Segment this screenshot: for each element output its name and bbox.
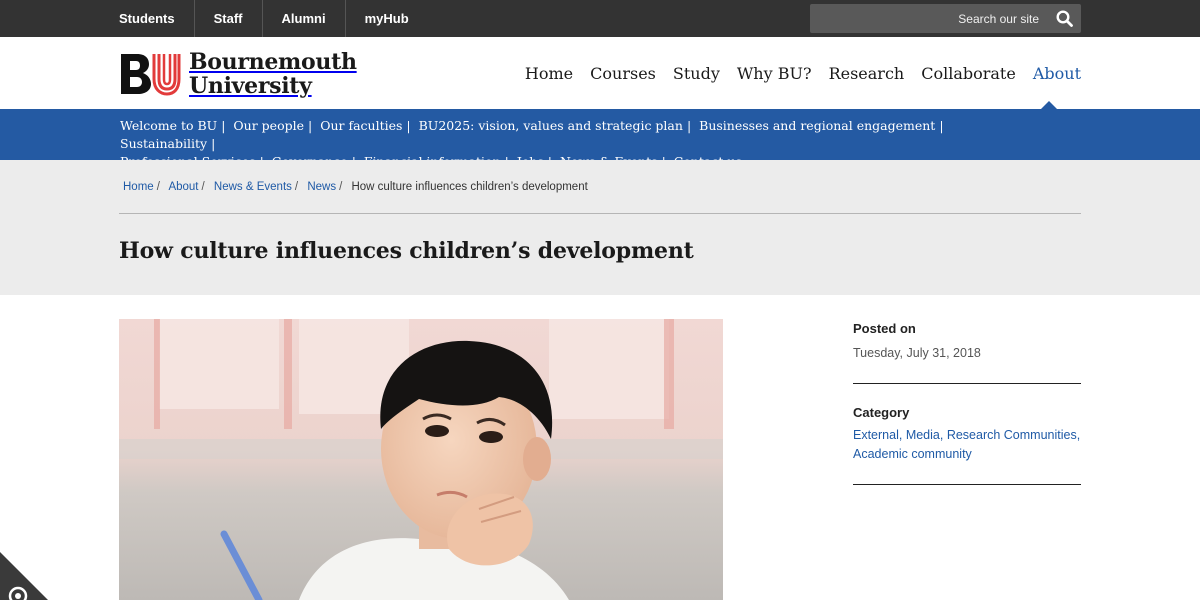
utility-link-staff[interactable]: Staff (195, 0, 263, 37)
breadcrumb-separator: / (201, 181, 205, 193)
utility-link-students[interactable]: Students (100, 0, 195, 37)
site-search (810, 4, 1081, 33)
nav-research[interactable]: Research (829, 64, 905, 83)
category-link[interactable]: External (853, 428, 899, 442)
page-title: How culture influences children’s develo… (119, 238, 694, 264)
breadcrumb-separator: / (339, 181, 343, 193)
breadcrumb-separator: / (294, 181, 299, 193)
utility-link-myhub[interactable]: myHub (346, 0, 428, 37)
subnav-our-people[interactable]: Our people (233, 118, 304, 133)
logo-line-1: Bournemouth (189, 49, 357, 75)
nav-home[interactable]: Home (525, 64, 573, 83)
breadcrumb-current: How culture influences children’s develo… (351, 181, 588, 193)
main-nav: Home Courses Study Why BU? Research Coll… (508, 37, 1081, 109)
breadcrumb-news[interactable]: News (307, 181, 336, 193)
breadcrumb: Home / About / News & Events / News / How cu… (123, 181, 588, 193)
child-thinking-photo (119, 319, 723, 600)
nav-courses[interactable]: Courses (590, 64, 656, 83)
breadcrumb-news-events[interactable]: News & Events (214, 181, 292, 193)
subnav-businesses[interactable]: Businesses and regional engagement (699, 118, 935, 133)
breadcrumb-divider (119, 213, 1081, 214)
cookie-gear-icon (0, 552, 48, 600)
search-icon (1055, 10, 1073, 27)
logo-wordmark: Bournemouth University (189, 50, 357, 98)
nav-about[interactable]: About (1033, 64, 1081, 83)
search-button[interactable] (1047, 4, 1081, 33)
active-nav-caret (1041, 101, 1057, 109)
utility-link-alumni[interactable]: Alumni (263, 0, 346, 37)
posted-on-date: Tuesday, July 31, 2018 (853, 346, 981, 360)
subnav-bu2025[interactable]: BU2025: vision, values and strategic pla… (419, 118, 683, 133)
breadcrumb-home[interactable]: Home (123, 181, 154, 193)
subnav-welcome[interactable]: Welcome to BU (120, 118, 217, 133)
category-link[interactable]: Academic community (853, 447, 972, 461)
category-link[interactable]: Media (906, 428, 940, 442)
nav-study[interactable]: Study (673, 64, 720, 83)
subnav-separator: | (406, 118, 411, 133)
bu-logo-mark (121, 54, 181, 96)
nav-why-bu[interactable]: Why BU? (737, 64, 812, 83)
sidebar-divider (853, 383, 1081, 384)
category-link[interactable]: Research Communities (947, 428, 1077, 442)
subnav-our-faculties[interactable]: Our faculties (320, 118, 402, 133)
utility-bar: Students Staff Alumni myHub (0, 0, 1200, 37)
subnav-separator: | (939, 118, 944, 133)
posted-on-label: Posted on (853, 321, 916, 336)
utility-nav: Students Staff Alumni myHub (100, 0, 428, 37)
logo-line-2: University (189, 73, 312, 99)
category-list: External, Media, Research Communities, A… (853, 428, 1081, 461)
page-header-band: Home / About / News & Events / News / How cu… (0, 160, 1200, 295)
search-input[interactable] (810, 4, 1047, 33)
nav-collaborate[interactable]: Collaborate (921, 64, 1016, 83)
subnav-separator: | (308, 118, 313, 133)
section-subnav: Welcome to BU | Our people | Our faculties… (0, 109, 1200, 169)
university-logo[interactable]: Bournemouth University (119, 50, 357, 98)
sidebar-divider (853, 484, 1081, 485)
article-meta-sidebar: Posted on Tuesday, July 31, 2018 Categor… (853, 319, 1081, 506)
site-header: Bournemouth University Home Courses Stud… (0, 37, 1200, 109)
breadcrumb-about[interactable]: About (168, 181, 198, 193)
breadcrumb-separator: / (156, 181, 160, 193)
category-label: Category (853, 405, 910, 420)
cookie-settings-button[interactable] (0, 552, 48, 600)
article-hero-image (119, 319, 723, 600)
subnav-separator: | (686, 118, 692, 133)
subnav-separator: | (211, 136, 216, 151)
subnav-sustainability[interactable]: Sustainability (120, 136, 207, 151)
subnav-separator: | (221, 118, 226, 133)
